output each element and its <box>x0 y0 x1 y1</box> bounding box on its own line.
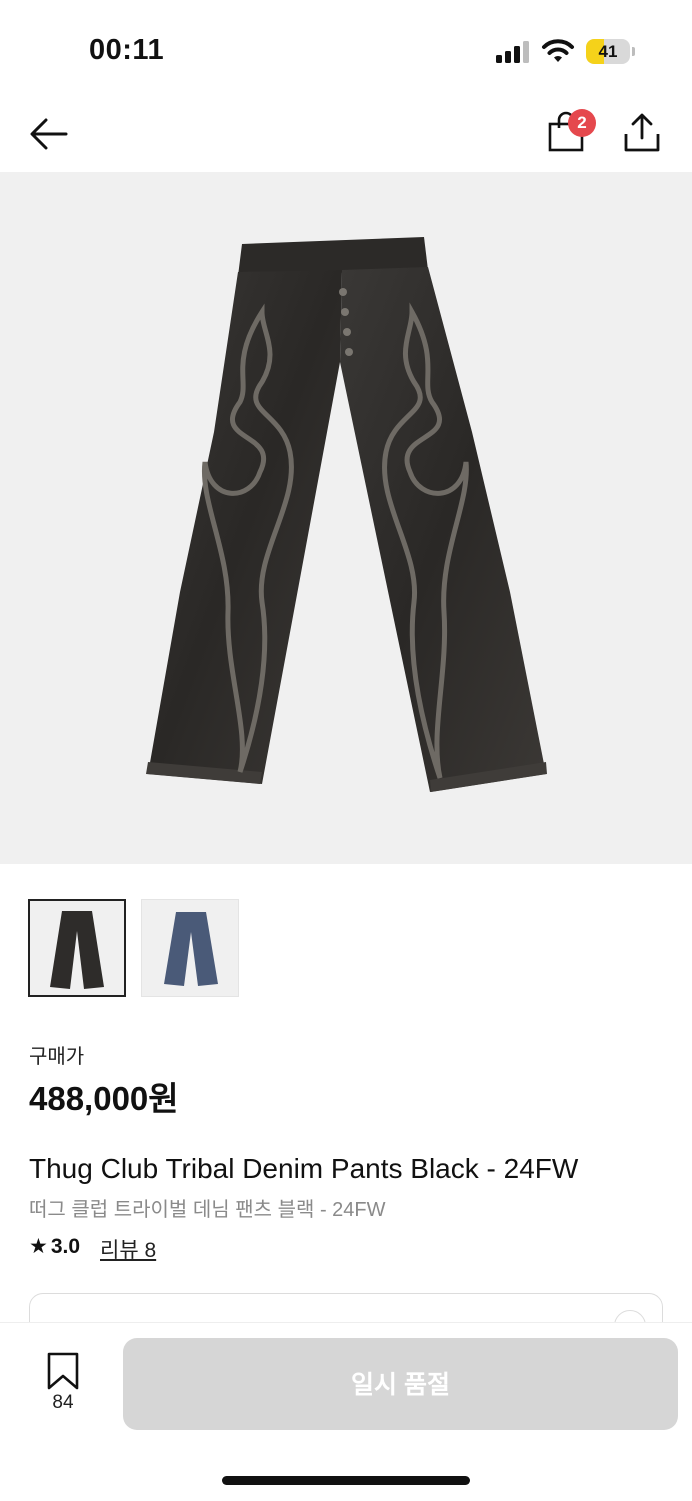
thumbnail-blue-image <box>164 912 218 986</box>
product-title-en: Thug Club Tribal Denim Pants Black - 24F… <box>29 1153 579 1184</box>
status-time: 00:11 <box>89 34 165 66</box>
bookmark-count: 84 <box>52 1392 74 1413</box>
product-image[interactable] <box>0 172 692 864</box>
rating-value: 3.0 <box>50 1234 81 1258</box>
wifi-icon <box>542 39 574 62</box>
review-link[interactable]: 리뷰 8 <box>100 1234 156 1264</box>
status-bar: 00:11 41 <box>0 0 692 100</box>
product-title-ko: 떠그 클럽 트라이벌 데님 팬츠 블랙 - 24FW <box>29 1199 386 1221</box>
battery-level: 41 <box>598 42 618 61</box>
price-label: 구매가 <box>29 1046 85 1068</box>
sold-out-button[interactable]: 일시 품절 <box>123 1338 678 1430</box>
home-indicator <box>222 1476 470 1485</box>
arrow-left-icon[interactable] <box>28 112 72 156</box>
cart-count-badge: 2 <box>568 109 596 137</box>
battery-indicator: 41 <box>586 39 636 64</box>
bookmark-icon[interactable] <box>45 1352 81 1390</box>
star-icon: ★ <box>29 1235 48 1258</box>
cellular-signal-icon <box>496 41 529 63</box>
thumbnail-black-image <box>50 911 104 989</box>
thumbnail-blue[interactable] <box>141 899 239 997</box>
share-icon[interactable] <box>622 112 662 154</box>
product-price: 488,000원 <box>29 1080 179 1117</box>
thumbnail-black[interactable] <box>28 899 126 997</box>
product-rating: ★ 3.0 <box>29 1234 80 1259</box>
